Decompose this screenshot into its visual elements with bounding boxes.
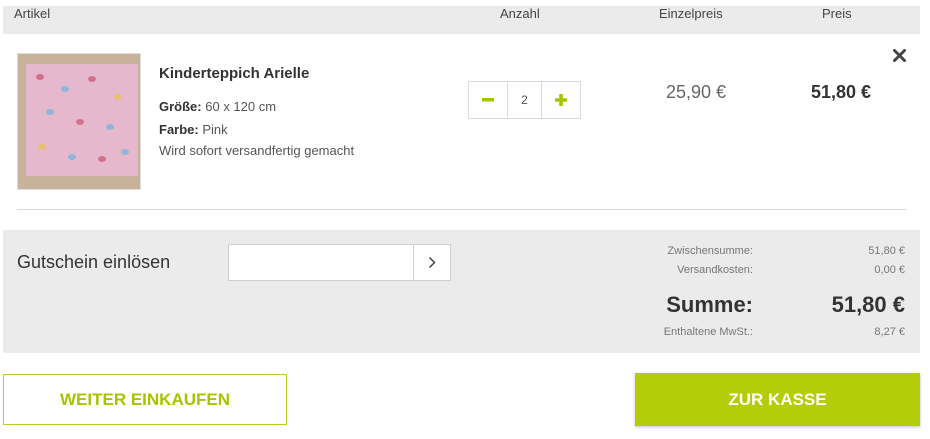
coupon-submit-button[interactable]	[413, 244, 451, 281]
rug-illustration	[26, 64, 138, 176]
subtotal-label: Zwischensumme:	[667, 245, 753, 257]
unit-price: 25,90 €	[666, 82, 727, 102]
summary-box	[3, 230, 920, 353]
product-image[interactable]	[17, 53, 141, 190]
shipping-cost-label: Versandkosten:	[677, 264, 753, 276]
coupon-input[interactable]	[228, 244, 414, 281]
divider	[17, 209, 906, 210]
color-value: Pink	[202, 122, 228, 137]
coupon-label: Gutschein einlösen	[17, 252, 171, 272]
cart-table-header	[3, 6, 920, 34]
minus-icon[interactable]	[469, 82, 507, 118]
line-price: 51,80 €	[811, 82, 872, 102]
header-price: Preis	[822, 6, 852, 21]
product-color: Farbe: Pink	[159, 122, 228, 137]
product-size: Größe: 60 x 120 cm	[159, 99, 276, 114]
quantity-stepper: 2	[468, 81, 581, 119]
vat-value: 8,27 €	[874, 326, 905, 338]
product-title[interactable]: Kinderteppich Arielle	[159, 65, 309, 82]
color-label: Farbe:	[159, 122, 199, 137]
subtotal-value: 51,80 €	[868, 245, 905, 257]
total-label: Summe:	[666, 292, 753, 317]
chevron-right-icon	[428, 256, 436, 269]
plus-icon[interactable]	[542, 82, 580, 118]
size-label: Größe:	[159, 99, 202, 114]
header-unit-price: Einzelpreis	[659, 6, 723, 21]
checkout-button[interactable]: ZUR KASSE	[635, 373, 920, 426]
shipping-note: Wird sofort versandfertig gemacht	[159, 143, 355, 158]
header-article: Artikel	[14, 6, 51, 21]
shipping-cost-value: 0,00 €	[874, 264, 905, 276]
quantity-value[interactable]: 2	[507, 82, 542, 118]
size-value: 60 x 120 cm	[205, 99, 277, 114]
continue-shopping-button[interactable]: WEITER EINKAUFEN	[3, 374, 287, 425]
header-quantity: Anzahl	[500, 6, 540, 21]
vat-label: Enthaltene MwSt.:	[663, 326, 753, 338]
close-icon[interactable]	[889, 44, 909, 66]
total-value: 51,80 €	[831, 292, 905, 317]
